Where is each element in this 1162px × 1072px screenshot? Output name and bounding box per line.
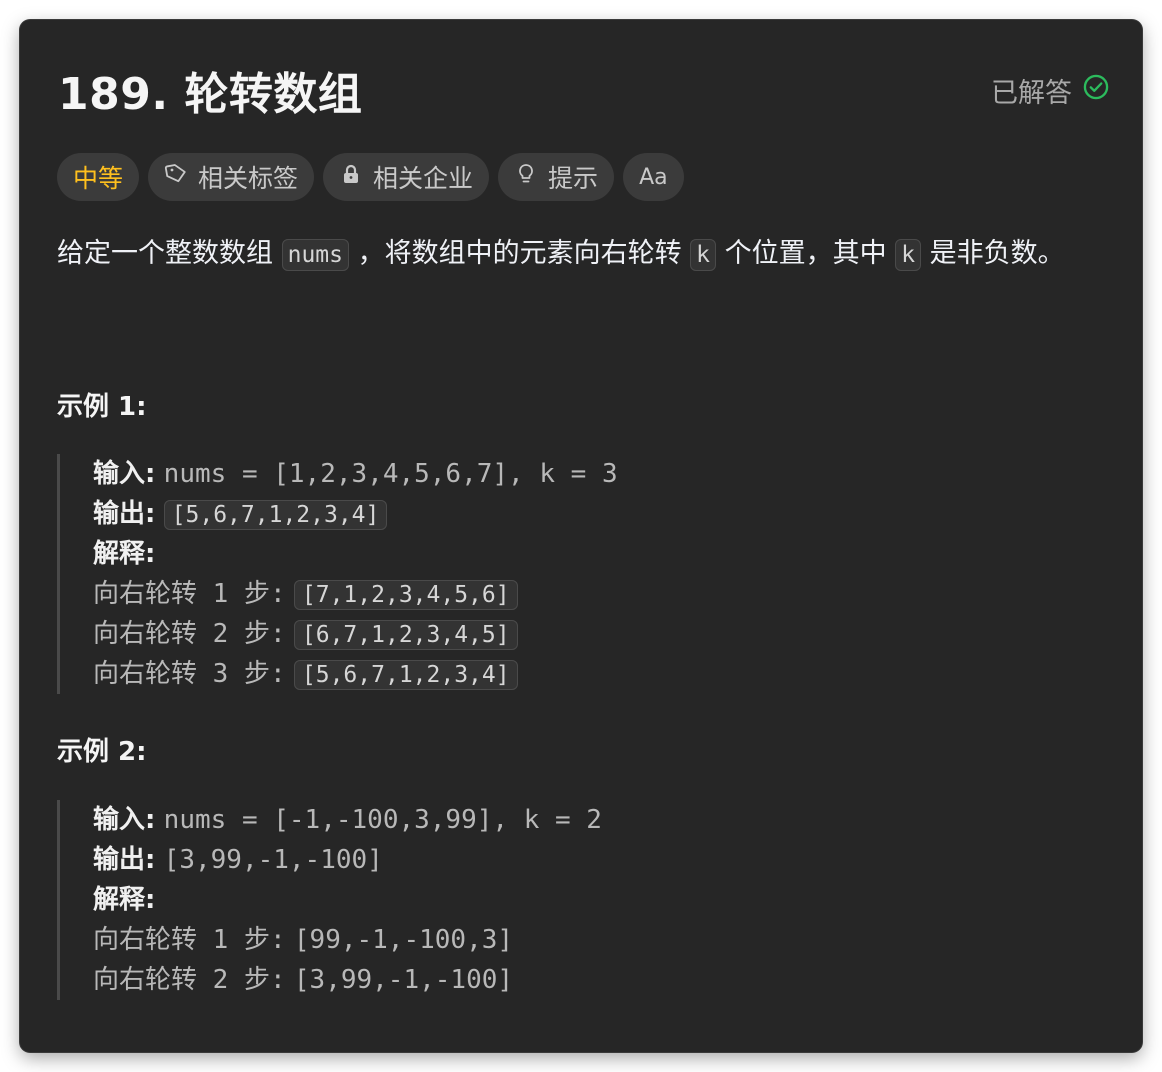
translate-icon: Aa bbox=[639, 164, 668, 190]
desc-text-2: ，将数组中的元素向右轮转 bbox=[357, 238, 682, 269]
example-explain-line: 解释: bbox=[93, 880, 602, 920]
explain-label: 解释: bbox=[93, 539, 156, 569]
example-1-block: 输入: nums = [1,2,3,4,5,6,7], k = 3 输出: [5… bbox=[57, 454, 618, 694]
step-text: 向右轮转 1 步: bbox=[93, 579, 286, 609]
code-nums: nums bbox=[281, 239, 349, 271]
output-value: [5,6,7,1,2,3,4] bbox=[163, 500, 388, 530]
explain-step: 向右轮转 2 步: [6,7,1,2,3,4,5] bbox=[93, 614, 618, 654]
step-value: [7,1,2,3,4,5,6] bbox=[293, 580, 518, 610]
explain-step: 向右轮转 2 步: [3,99,-1,-100] bbox=[93, 960, 602, 1000]
explain-step: 向右轮转 1 步: [99,-1,-100,3] bbox=[93, 920, 602, 960]
related-companies-button[interactable]: 相关企业 bbox=[323, 153, 490, 201]
example-1-title: 示例 1: bbox=[57, 392, 147, 422]
lock-icon bbox=[339, 162, 363, 192]
example-output-line: 输出: [5,6,7,1,2,3,4] bbox=[93, 494, 618, 534]
input-label: 输入: bbox=[93, 805, 156, 835]
code-k: k bbox=[895, 239, 922, 271]
example-output-line: 输出: [3,99,-1,-100] bbox=[93, 840, 602, 880]
tag-icon bbox=[164, 162, 188, 192]
step-text: 向右轮转 3 步: bbox=[93, 659, 286, 689]
explain-step: 向右轮转 1 步: [7,1,2,3,4,5,6] bbox=[93, 574, 618, 614]
example-input-line: 输入: nums = [1,2,3,4,5,6,7], k = 3 bbox=[93, 454, 618, 494]
output-value: [3,99,-1,-100] bbox=[163, 845, 383, 875]
problem-window: 189. 轮转数组 已解答 中等 相关标签 相关企业 提示 Aa 给定一个整数数… bbox=[20, 20, 1142, 1052]
translate-button[interactable]: Aa bbox=[623, 153, 684, 201]
example-input-line: 输入: nums = [-1,-100,3,99], k = 2 bbox=[93, 800, 602, 840]
step-value: [99,-1,-100,3] bbox=[293, 925, 514, 955]
problem-title: 189. 轮转数组 bbox=[58, 69, 363, 120]
desc-text-1: 给定一个整数数组 bbox=[57, 238, 273, 269]
step-text: 向右轮转 2 步: bbox=[93, 965, 286, 995]
desc-text-3: 个位置，其中 bbox=[724, 238, 887, 269]
solved-status: 已解答 bbox=[991, 71, 1110, 110]
solved-label: 已解答 bbox=[991, 77, 1072, 109]
code-k: k bbox=[690, 239, 717, 271]
example-2-block: 输入: nums = [-1,-100,3,99], k = 2 输出: [3,… bbox=[57, 800, 602, 1000]
related-companies-label: 相关企业 bbox=[373, 164, 474, 193]
hints-button[interactable]: 提示 bbox=[498, 153, 615, 201]
example-explain-line: 解释: bbox=[93, 534, 618, 574]
step-text: 向右轮转 2 步: bbox=[93, 619, 286, 649]
problem-description: 给定一个整数数组 nums ，将数组中的元素向右轮转 k 个位置，其中 k 是非… bbox=[57, 230, 1065, 279]
related-topics-label: 相关标签 bbox=[198, 164, 299, 193]
input-label: 输入: bbox=[93, 459, 156, 489]
problem-header: 189. 轮转数组 已解答 bbox=[58, 58, 1110, 122]
difficulty-label: 中等 bbox=[73, 164, 124, 193]
tag-row: 中等 相关标签 相关企业 提示 Aa bbox=[57, 153, 684, 201]
difficulty-badge[interactable]: 中等 bbox=[57, 153, 140, 201]
input-value: nums = [-1,-100,3,99], k = 2 bbox=[163, 805, 602, 835]
check-circle-icon bbox=[1082, 73, 1110, 108]
related-topics-button[interactable]: 相关标签 bbox=[148, 153, 315, 201]
step-text: 向右轮转 1 步: bbox=[93, 925, 286, 955]
lightbulb-icon bbox=[514, 162, 538, 192]
output-label: 输出: bbox=[93, 845, 156, 875]
desc-text-4: 是非负数。 bbox=[929, 238, 1065, 269]
explain-step: 向右轮转 3 步: [5,6,7,1,2,3,4] bbox=[93, 654, 618, 694]
output-label: 输出: bbox=[93, 499, 156, 529]
step-value: [6,7,1,2,3,4,5] bbox=[293, 620, 518, 650]
example-2-title: 示例 2: bbox=[57, 737, 147, 767]
step-value: [3,99,-1,-100] bbox=[293, 965, 514, 995]
input-value: nums = [1,2,3,4,5,6,7], k = 3 bbox=[163, 459, 618, 489]
explain-label: 解释: bbox=[93, 885, 156, 915]
hints-label: 提示 bbox=[548, 164, 599, 193]
step-value: [5,6,7,1,2,3,4] bbox=[293, 660, 518, 690]
